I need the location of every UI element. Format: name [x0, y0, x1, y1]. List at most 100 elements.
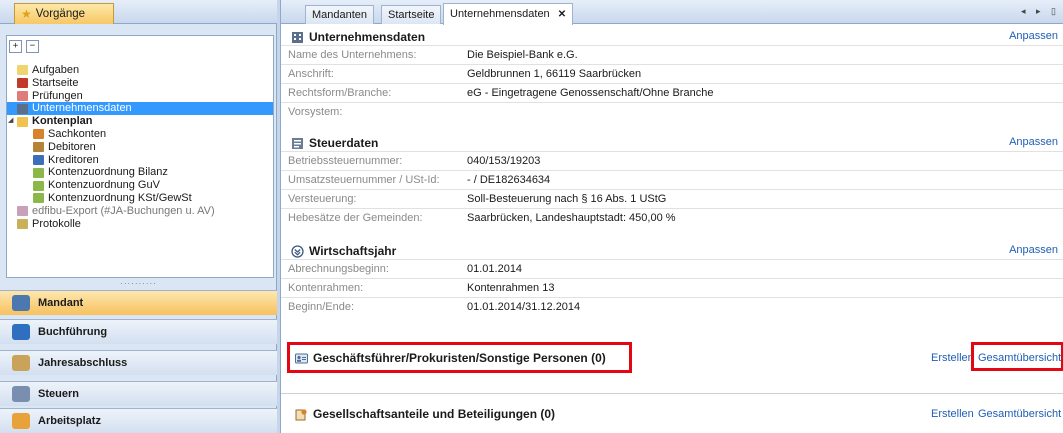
field-label: Beginn/Ende:	[288, 301, 355, 313]
expand-toggle-icon[interactable]: ◢	[8, 115, 16, 128]
field-value: Saarbrücken, Landeshauptstadt: 450,00 %	[467, 212, 676, 224]
field-value: Soll-Besteuerung nach § 16 Abs. 1 UStG	[467, 193, 667, 205]
navigation-tree: + − Aufgaben Startseite Prüfungen Unternehm…	[6, 35, 274, 278]
tab-unternehmensdaten-label: Unternehmensdaten	[450, 8, 550, 20]
highlight-gesamtuebersicht	[971, 342, 1063, 371]
field-label: Abrechnungsbeginn:	[288, 263, 389, 275]
grid-icon	[12, 295, 30, 311]
section-title: Unternehmensdaten	[309, 30, 426, 44]
nav-buchführung[interactable]: Buchführung	[0, 319, 277, 344]
tree-item-label: Kreditoren	[48, 153, 99, 166]
field-value: eG - Eingetragene Genossenschaft/Ohne Br…	[467, 87, 714, 99]
field-label: Umsatzsteuernummer / USt-Id:	[288, 174, 440, 186]
tree-item-label: Kontenzuordnung KSt/GewSt	[48, 191, 192, 204]
tree-item-label: edfibu-Export (#JA-Buchungen u. AV)	[32, 204, 215, 217]
field-row: Betriebssteuernummer: 040/153/19203	[281, 151, 1063, 170]
company-icon	[17, 103, 28, 114]
field-value: 040/153/19203	[467, 155, 541, 167]
anpassen-wirtschaftsjahr-link[interactable]: Anpassen	[1009, 244, 1058, 256]
close-tab-icon[interactable]: ✕	[558, 9, 566, 20]
collapse-all-button[interactable]: −	[26, 40, 39, 53]
tab-scroll-arrows[interactable]: ◂ ▸ ▯	[1021, 6, 1060, 17]
log-icon	[17, 218, 28, 229]
ledger-icon	[33, 129, 44, 140]
tab-vorgaenge-label: Vorgänge	[35, 8, 86, 20]
field-row: Name des Unternehmens: Die Beispiel-Bank …	[281, 45, 1063, 64]
left-header: ★ Vorgänge	[0, 0, 277, 24]
tree-item-startseite[interactable]: Startseite	[7, 77, 273, 90]
left-pane: ★ Vorgänge + − Aufgaben Startseite Prüfung…	[0, 0, 277, 433]
person-icon	[33, 142, 44, 153]
field-row: Rechtsform/Branche: eG - Eingetragene Gen…	[281, 83, 1063, 102]
nav-steuern[interactable]: Steuern	[0, 381, 277, 406]
erstellen-anteile-link[interactable]: Erstellen	[931, 408, 974, 420]
tree-item-kontenplan[interactable]: ◢ Kontenplan	[7, 115, 273, 128]
field-label: Kontenrahmen:	[288, 282, 364, 294]
tree-item-unternehmensdaten[interactable]: Unternehmensdaten	[7, 102, 273, 116]
field-value: Die Beispiel-Bank e.G.	[467, 49, 578, 61]
home-icon	[17, 78, 28, 89]
tree-item-label: Aufgaben	[32, 64, 80, 76]
person-icon	[33, 154, 44, 165]
chevron-circle-icon	[291, 244, 304, 258]
tree-item-aufgaben[interactable]: Aufgaben	[7, 64, 273, 77]
tree-item-sachkonten[interactable]: Sachkonten	[7, 128, 273, 141]
tree-item-kreditoren[interactable]: Kreditoren	[7, 154, 273, 167]
tree-item-kontenzuordnung-kst-gewst[interactable]: Kontenzuordnung KSt/GewSt	[7, 192, 273, 205]
expand-all-button[interactable]: +	[9, 40, 22, 53]
assign-icon	[33, 167, 44, 178]
field-value: 01.01.2014	[467, 263, 523, 275]
people-icon	[12, 355, 30, 371]
folder-icon	[17, 116, 28, 127]
nav-arbeitsplatz[interactable]: Arbeitsplatz	[0, 408, 277, 433]
tab-mandanten[interactable]: Mandanten	[305, 5, 375, 24]
tab-vorgaenge[interactable]: ★ Vorgänge	[14, 3, 114, 24]
field-label: Rechtsform/Branche:	[288, 87, 392, 99]
tree-item-kontenzuordnung-guv[interactable]: Kontenzuordnung GuV	[7, 179, 273, 192]
gesamtuebersicht-anteile-link[interactable]: Gesamtübersicht	[978, 408, 1061, 420]
share-certificate-icon	[295, 408, 307, 420]
field-label: Versteuerung:	[288, 193, 357, 205]
tab-mandanten-label: Mandanten	[312, 9, 368, 21]
tree-item-protokolle[interactable]: Protokolle	[7, 218, 273, 231]
tree-item-label: Kontenzuordnung GuV	[48, 179, 160, 192]
company-data-view: Unternehmensdaten Anpassen Name des Unte…	[281, 24, 1063, 433]
tree-item-label: Sachkonten	[48, 127, 107, 140]
tree-item-debitoren[interactable]: Debitoren	[7, 141, 273, 154]
field-row: Kontenrahmen: Kontenrahmen 13	[281, 278, 1063, 297]
section-header-steuerdaten: Steuerdaten	[291, 134, 378, 152]
assign-icon	[33, 193, 44, 204]
book-icon	[12, 324, 30, 340]
section-header-unternehmensdaten: Unternehmensdaten	[291, 28, 425, 46]
tree-item-prüfungen[interactable]: Prüfungen	[7, 90, 273, 103]
section-title: Gesellschaftsanteile und Beteiligungen (…	[313, 407, 556, 421]
anpassen-unternehmensdaten-link[interactable]: Anpassen	[1009, 30, 1058, 42]
nav-jahresabschluss[interactable]: Jahresabschluss	[0, 350, 277, 375]
field-row: Anschrift: Geldbrunnen 1, 66119 Saarbrück…	[281, 64, 1063, 83]
checklist-icon	[17, 90, 28, 101]
document-tabstrip: Mandanten Startseite Unternehmensdaten ✕ …	[281, 0, 1063, 25]
nav-label: Arbeitsplatz	[38, 415, 101, 427]
pane-splitter[interactable]: ··········	[0, 280, 277, 290]
field-value: Geldbrunnen 1, 66119 Saarbrücken	[467, 68, 642, 80]
field-value: - / DE182634634	[467, 174, 551, 186]
nav-mandant[interactable]: Mandant	[0, 290, 277, 315]
tree-item-label: Unternehmensdaten	[32, 102, 132, 115]
tab-startseite[interactable]: Startseite	[381, 5, 442, 24]
anpassen-steuerdaten-link[interactable]: Anpassen	[1009, 136, 1058, 148]
tree-item-label: Startseite	[32, 76, 79, 89]
erstellen-personen-link[interactable]: Erstellen	[931, 352, 974, 364]
field-row: Versteuerung: Soll-Besteuerung nach § 16 …	[281, 189, 1063, 208]
tree-item-label: Kontenzuordnung Bilanz	[48, 166, 168, 179]
tree-item-edfibu-export-ja-buchungen-u-av[interactable]: edfibu-Export (#JA-Buchungen u. AV)	[7, 205, 273, 218]
tree-item-label: Protokolle	[32, 217, 81, 230]
field-label: Hebesätze der Gemeinden:	[288, 212, 423, 224]
nav-label: Jahresabschluss	[38, 357, 128, 369]
field-row: Hebesätze der Gemeinden: Saarbrücken, Lan…	[281, 208, 1063, 227]
section-header-anteile: Gesellschaftsanteile und Beteiligungen (…	[295, 405, 555, 423]
folder-icon	[17, 65, 28, 76]
tab-unternehmensdaten[interactable]: Unternehmensdaten ✕	[443, 3, 574, 25]
tree-item-kontenzuordnung-bilanz[interactable]: Kontenzuordnung Bilanz	[7, 166, 273, 179]
tax-document-icon	[292, 137, 303, 149]
tree-toolbar: + −	[9, 40, 39, 56]
